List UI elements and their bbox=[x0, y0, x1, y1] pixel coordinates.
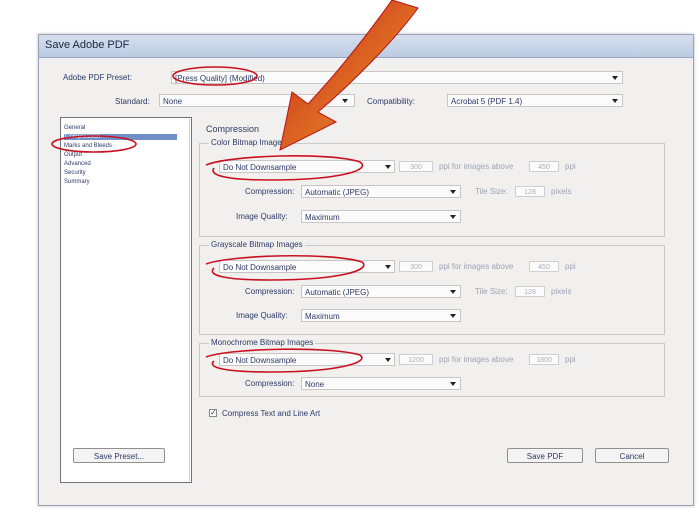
annotation-circle-preset bbox=[172, 66, 258, 86]
annotation-circle-compression-item bbox=[51, 135, 137, 153]
annotation-overlay bbox=[51, 0, 419, 373]
annotation-circle-gray-downsample bbox=[205, 254, 365, 281]
pointer-arrow-icon bbox=[279, 0, 419, 151]
annotation-circle-mono-downsample bbox=[205, 348, 363, 373]
annotation-circle-color-downsample bbox=[205, 155, 364, 181]
